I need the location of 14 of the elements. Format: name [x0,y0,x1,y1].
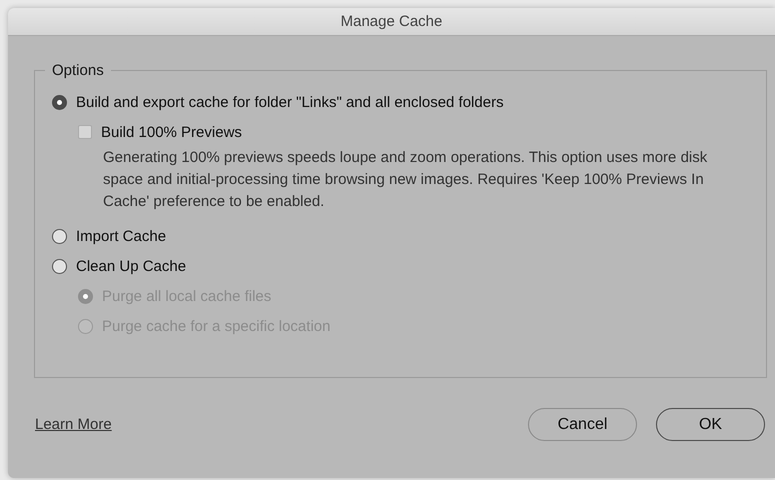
option-label: Import Cache [76,228,166,244]
radio-button[interactable] [52,94,67,110]
learn-more-link[interactable]: Learn More [35,416,112,433]
cancel-button[interactable]: Cancel [528,408,637,441]
option-label: Build and export cache for folder "Links" and all enclosed folders [76,94,504,110]
ok-button[interactable]: OK [656,408,765,441]
option-label: Build 100% Previews [101,124,242,140]
radio-button[interactable] [52,228,67,244]
option-description: Generating 100% previews speeds loupe and zoom operations. This option uses more disk space and initial-processing time browsing new images. Requires 'Keep 100% Previews In Cache' preference to be enabled. [103,148,708,212]
radio-button[interactable] [52,258,67,274]
group-legend: Options [45,62,111,79]
option-label: Clean Up Cache [76,258,186,274]
window-title: Manage Cache [340,13,442,30]
checkbox[interactable] [78,125,92,139]
